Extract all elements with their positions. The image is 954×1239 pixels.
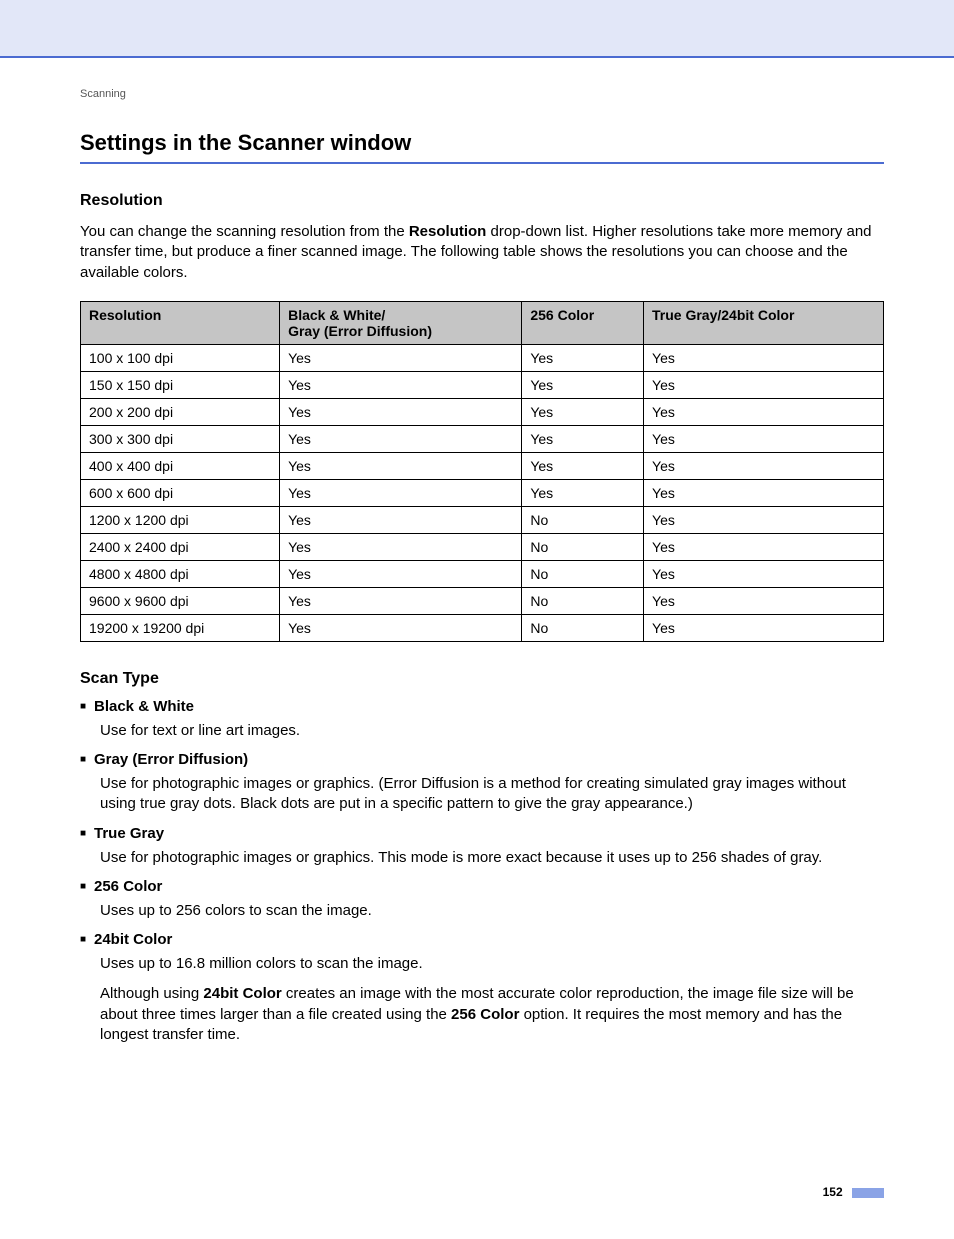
title-underline — [80, 162, 884, 164]
table-cell: Yes — [644, 533, 884, 560]
table-cell: Yes — [522, 425, 644, 452]
table-cell: No — [522, 587, 644, 614]
table-cell: 300 x 300 dpi — [81, 425, 280, 452]
table-cell: 4800 x 4800 dpi — [81, 560, 280, 587]
scan-type-desc: Uses up to 16.8 million colors to scan t… — [80, 954, 884, 974]
table-cell: Yes — [644, 425, 884, 452]
table-cell: Yes — [522, 452, 644, 479]
th-truegray: True Gray/24bit Color — [644, 301, 884, 344]
scan-type-desc: Uses up to 256 colors to scan the image. — [80, 901, 884, 921]
table-cell: Yes — [522, 398, 644, 425]
footer-bar — [852, 1188, 884, 1198]
scan-type-item: 256 Color Uses up to 256 colors to scan t… — [80, 878, 884, 921]
table-cell: Yes — [644, 371, 884, 398]
table-cell: Yes — [280, 344, 522, 371]
scan-type-item: Black & White Use for text or line art im… — [80, 698, 884, 741]
table-cell: 9600 x 9600 dpi — [81, 587, 280, 614]
table-cell: Yes — [280, 479, 522, 506]
scan-type-section: Scan Type Black & White Use for text or l… — [80, 670, 884, 1045]
scan-type-item: Gray (Error Diffusion) Use for photograph… — [80, 751, 884, 815]
table-cell: Yes — [280, 614, 522, 641]
table-row: 600 x 600 dpiYesYesYes — [81, 479, 884, 506]
text: 24bit Color — [203, 985, 281, 1002]
table-cell: 100 x 100 dpi — [81, 344, 280, 371]
resolution-heading: Resolution — [80, 192, 884, 210]
table-row: 300 x 300 dpiYesYesYes — [81, 425, 884, 452]
text-bold: Resolution — [409, 223, 487, 240]
table-cell: 150 x 150 dpi — [81, 371, 280, 398]
header-bar — [0, 0, 954, 58]
table-cell: No — [522, 560, 644, 587]
scan-type-title: Gray (Error Diffusion) — [80, 751, 884, 768]
resolution-table: Resolution Black & White/ Gray (Error Di… — [80, 301, 884, 642]
table-cell: No — [522, 506, 644, 533]
section-title: Settings in the Scanner window — [80, 130, 884, 156]
table-cell: No — [522, 533, 644, 560]
scan-type-desc2: Although using 24bit Color creates an im… — [80, 984, 884, 1045]
scan-type-heading: Scan Type — [80, 670, 884, 688]
scan-type-desc: Use for photographic images or graphics.… — [80, 774, 884, 815]
scan-type-title: 256 Color — [80, 878, 884, 895]
th-256: 256 Color — [522, 301, 644, 344]
table-header-row: Resolution Black & White/ Gray (Error Di… — [81, 301, 884, 344]
table-cell: Yes — [280, 398, 522, 425]
text: 256 Color — [451, 1006, 519, 1023]
scan-type-title: True Gray — [80, 825, 884, 842]
table-cell: Yes — [644, 587, 884, 614]
text: You can change the scanning resolution f… — [80, 223, 409, 240]
table-cell: Yes — [644, 479, 884, 506]
table-cell: Yes — [280, 506, 522, 533]
table-row: 400 x 400 dpiYesYesYes — [81, 452, 884, 479]
th-bw-gray: Black & White/ Gray (Error Diffusion) — [280, 301, 522, 344]
table-cell: Yes — [644, 398, 884, 425]
table-cell: Yes — [522, 344, 644, 371]
table-cell: Yes — [644, 344, 884, 371]
page-footer: 152 — [80, 1185, 884, 1199]
table-cell: Yes — [280, 560, 522, 587]
table-cell: Yes — [644, 452, 884, 479]
table-cell: 2400 x 2400 dpi — [81, 533, 280, 560]
page-number: 152 — [823, 1185, 843, 1199]
scan-type-desc: Use for photographic images or graphics.… — [80, 848, 884, 868]
table-cell: Yes — [522, 371, 644, 398]
table-cell: 400 x 400 dpi — [81, 452, 280, 479]
table-cell: Yes — [280, 425, 522, 452]
table-cell: Yes — [644, 506, 884, 533]
table-cell: 200 x 200 dpi — [81, 398, 280, 425]
table-row: 100 x 100 dpiYesYesYes — [81, 344, 884, 371]
scan-type-item: True Gray Use for photographic images or … — [80, 825, 884, 868]
text: Although using — [100, 985, 203, 1002]
scan-type-item: 24bit Color Uses up to 16.8 million color… — [80, 931, 884, 1045]
th-resolution: Resolution — [81, 301, 280, 344]
table-row: 200 x 200 dpiYesYesYes — [81, 398, 884, 425]
resolution-intro: You can change the scanning resolution f… — [80, 222, 884, 283]
breadcrumb: Scanning — [80, 88, 884, 100]
table-row: 19200 x 19200 dpiYesNoYes — [81, 614, 884, 641]
table-cell: 600 x 600 dpi — [81, 479, 280, 506]
table-cell: Yes — [280, 452, 522, 479]
text: Gray (Error Diffusion) — [288, 323, 432, 339]
table-cell: Yes — [644, 560, 884, 587]
table-row: 2400 x 2400 dpiYesNoYes — [81, 533, 884, 560]
text: Black & White/ — [288, 307, 385, 323]
table-cell: 19200 x 19200 dpi — [81, 614, 280, 641]
table-row: 1200 x 1200 dpiYesNoYes — [81, 506, 884, 533]
table-cell: Yes — [644, 614, 884, 641]
table-cell: Yes — [280, 533, 522, 560]
scan-type-title: 24bit Color — [80, 931, 884, 948]
table-row: 4800 x 4800 dpiYesNoYes — [81, 560, 884, 587]
table-cell: 1200 x 1200 dpi — [81, 506, 280, 533]
table-cell: Yes — [280, 587, 522, 614]
table-cell: Yes — [522, 479, 644, 506]
table-cell: Yes — [280, 371, 522, 398]
table-row: 150 x 150 dpiYesYesYes — [81, 371, 884, 398]
table-row: 9600 x 9600 dpiYesNoYes — [81, 587, 884, 614]
scan-type-title: Black & White — [80, 698, 884, 715]
page-body: Scanning Settings in the Scanner window … — [0, 58, 954, 1239]
scan-type-desc: Use for text or line art images. — [80, 721, 884, 741]
table-cell: No — [522, 614, 644, 641]
